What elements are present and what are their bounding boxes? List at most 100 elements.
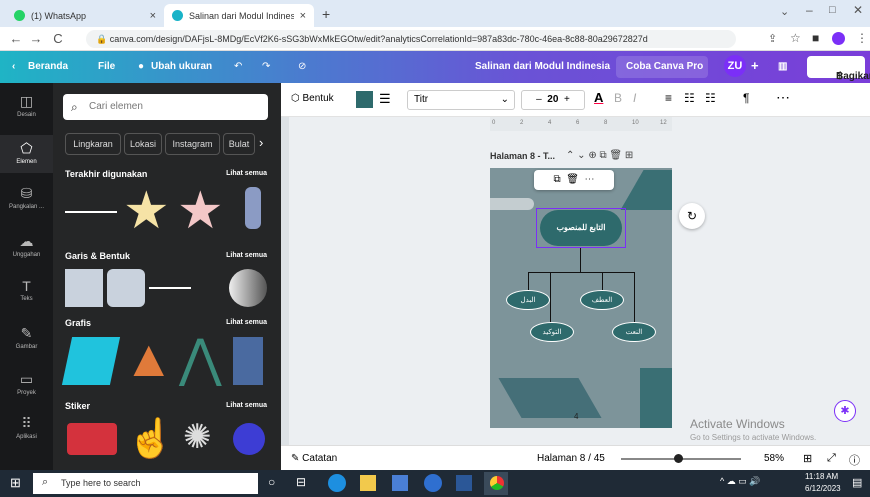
line-element[interactable] xyxy=(65,211,117,213)
share-button[interactable]: ⇧ Bagikan xyxy=(807,56,870,82)
effects-icon[interactable]: ¶ xyxy=(743,91,749,105)
store-icon[interactable] xyxy=(392,475,408,491)
see-all-link[interactable]: Lihat semua xyxy=(226,252,267,259)
chrome-icon[interactable] xyxy=(490,476,504,490)
document-title[interactable]: Salinan dari Modul Indinesia xyxy=(475,61,610,72)
reload-icon[interactable]: C xyxy=(48,31,68,46)
redo-icon[interactable]: ↷ xyxy=(262,61,270,72)
list-icon[interactable]: ☷ xyxy=(684,91,695,105)
rail-item-text[interactable]: T Teks xyxy=(0,278,53,302)
rail-item-uploads[interactable]: ☁ Unggahan xyxy=(0,233,53,258)
home-button[interactable]: Beranda xyxy=(28,61,68,72)
try-pro-button[interactable]: Coba Canva Pro xyxy=(616,56,708,78)
character-sticker[interactable] xyxy=(245,187,261,229)
chevron-down-icon[interactable]: ⌄ xyxy=(780,5,789,18)
profile-icon[interactable] xyxy=(832,32,845,45)
chevron-right-icon[interactable]: › xyxy=(259,135,263,150)
see-all-link[interactable]: Lihat semua xyxy=(226,402,267,409)
see-all-link[interactable]: Lihat semua xyxy=(226,319,267,326)
rail-item-elements[interactable]: ⬠ Elemen xyxy=(0,135,53,173)
close-icon[interactable]: × xyxy=(300,10,306,22)
close-icon[interactable]: × xyxy=(150,10,156,22)
resize-button[interactable]: Ubah ukuran xyxy=(151,61,212,72)
bold-icon[interactable]: B xyxy=(614,91,622,105)
edge-icon[interactable] xyxy=(328,474,346,492)
fill-color-swatch[interactable] xyxy=(356,91,373,108)
avatar[interactable]: ZU xyxy=(724,55,746,77)
clock-time[interactable]: 11:18 AM xyxy=(805,472,838,481)
element-actions[interactable]: ⧉ 🗑 ⋯ xyxy=(534,170,614,190)
chip-circle[interactable]: Lingkaran xyxy=(65,133,121,155)
bars-graphic[interactable] xyxy=(233,337,263,385)
close-window-icon[interactable]: ✕ xyxy=(853,3,863,17)
minimize-icon[interactable]: – xyxy=(806,3,813,17)
arrow-line-shape[interactable] xyxy=(149,287,191,289)
magic-icon[interactable]: ✱ xyxy=(834,400,856,422)
zoom-slider-handle[interactable] xyxy=(674,454,683,463)
cloud-sync-icon[interactable]: ⊘ xyxy=(298,61,306,72)
spacing-icon[interactable]: ☷ xyxy=(705,91,716,105)
rail-item-draw[interactable]: ✎ Gambar xyxy=(0,325,53,350)
rounded-square-shape[interactable] xyxy=(107,269,145,307)
page-controls-icon[interactable]: ⌃ ⌄ ⊕ ⧉ 🗑 ⊞ xyxy=(566,150,633,161)
chip-instagram[interactable]: Instagram xyxy=(165,133,220,155)
analytics-icon[interactable]: ▥ xyxy=(778,61,787,72)
valentine-sticker[interactable] xyxy=(67,423,117,455)
word-icon[interactable] xyxy=(456,475,472,491)
font-size-stepper[interactable]: – 20 + xyxy=(521,90,585,110)
rail-item-projects[interactable]: ▭ Proyek xyxy=(0,371,53,396)
border-style-icon[interactable]: ☰ xyxy=(379,91,391,107)
align-icon[interactable]: ≡ xyxy=(665,91,672,105)
notifications-icon[interactable]: ▤ xyxy=(852,476,862,489)
italic-icon[interactable]: I xyxy=(633,91,636,105)
chevron-graphic[interactable]: ⋀ xyxy=(179,329,222,389)
share-page-icon[interactable]: ⇪ xyxy=(768,32,777,45)
badge-sticker[interactable] xyxy=(233,423,265,455)
main-node[interactable]: التابع للمنصوب xyxy=(540,210,622,246)
rail-item-design[interactable]: ◫ Desain xyxy=(0,93,53,118)
task-view-icon[interactable]: ○ xyxy=(268,475,275,489)
rail-item-brand[interactable]: ⛁ Pangkalan ... xyxy=(0,185,53,210)
tab-canva[interactable]: Salinan dari Modul Indinesia - 12 × xyxy=(164,4,314,27)
help-icon[interactable]: ⓘ xyxy=(849,452,860,468)
tray-icons[interactable]: ^ ☁ ▭ 🔊 xyxy=(720,476,760,487)
node-athaf[interactable]: العطف xyxy=(580,290,624,310)
rotate-icon[interactable]: ↻ xyxy=(679,203,705,229)
text-color-icon[interactable]: A xyxy=(594,90,603,105)
search-input[interactable]: Cari elemen xyxy=(63,94,268,120)
clock-date[interactable]: 6/12/2023 xyxy=(805,484,841,493)
chip-location[interactable]: Lokasi xyxy=(124,133,162,155)
explorer-icon[interactable] xyxy=(360,475,376,491)
mail-icon[interactable] xyxy=(424,474,442,492)
rail-item-apps[interactable]: ⠿ Aplikasi xyxy=(0,415,53,440)
node-naat[interactable]: النعت xyxy=(612,322,656,342)
sidebar-icon[interactable]: ■ xyxy=(812,31,819,45)
page-counter[interactable]: Halaman 8 / 45 xyxy=(537,453,605,464)
notes-button[interactable]: ✎ Catatan xyxy=(291,453,337,464)
chip-round[interactable]: Bulat xyxy=(223,133,255,155)
blue-graphic[interactable] xyxy=(61,337,121,385)
back-icon[interactable]: ← xyxy=(6,31,26,46)
url-field[interactable]: 🔒 canva.com/design/DAFjsL-8MDg/EcVf2K6-s… xyxy=(86,30,736,48)
zoom-value[interactable]: 58% xyxy=(764,453,784,464)
menu-icon[interactable]: ⋮ xyxy=(856,31,868,45)
fullscreen-icon[interactable]: ⤢ xyxy=(827,452,836,465)
star-icon[interactable]: ☆ xyxy=(790,31,801,45)
design-page[interactable]: التابع للمنصوب ⧉ 🗑 ⋯ البدل العطف التوكيد… xyxy=(490,168,672,428)
file-menu[interactable]: File xyxy=(98,61,115,72)
grid-view-icon[interactable]: ⊞ xyxy=(803,452,812,465)
hand-sticker[interactable]: ☝ xyxy=(127,417,174,461)
gradient-circle-shape[interactable] xyxy=(229,269,267,307)
windows-start-icon[interactable]: ⊞ xyxy=(10,475,21,491)
undo-icon[interactable]: ↶ xyxy=(234,61,242,72)
maximize-icon[interactable]: □ xyxy=(829,4,836,16)
shape-tool[interactable]: ⬡ Bentuk xyxy=(291,93,334,104)
font-select[interactable]: Titr ⌄ xyxy=(407,90,515,110)
taskbar-app-icon[interactable]: ⊟ xyxy=(296,475,306,489)
node-badal[interactable]: البدل xyxy=(506,290,550,310)
node-taukid[interactable]: التوكيد xyxy=(530,322,574,342)
back-chevron-icon[interactable]: ‹ xyxy=(12,61,15,72)
square-shape[interactable] xyxy=(65,269,103,307)
star-yellow-icon[interactable]: ★ xyxy=(123,181,170,241)
star-pink-icon[interactable]: ★ xyxy=(177,181,224,241)
